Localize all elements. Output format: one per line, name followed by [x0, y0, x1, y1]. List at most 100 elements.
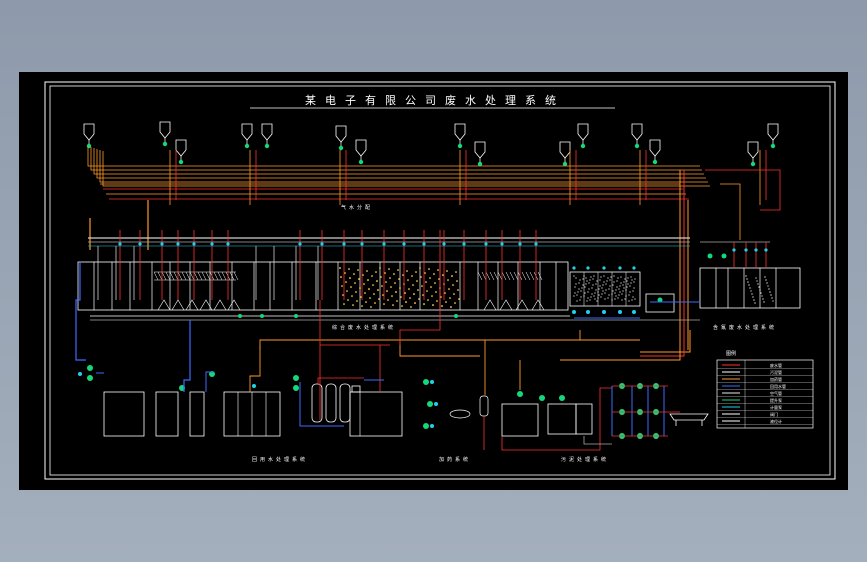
filter-media	[595, 289, 597, 291]
metering-pump	[244, 143, 250, 149]
bio-media	[355, 291, 357, 293]
label-main-process: 综合废水处理系统	[332, 324, 396, 331]
bio-media	[347, 299, 349, 301]
bio-media	[391, 295, 393, 297]
filter-media	[614, 292, 616, 294]
bio-media	[420, 276, 422, 278]
filter-media	[595, 283, 597, 285]
bio-media	[448, 288, 450, 290]
bio-media	[351, 295, 353, 297]
sub-media	[746, 278, 748, 280]
filter-media	[580, 290, 582, 292]
bio-media	[376, 280, 378, 282]
bio-media	[385, 281, 387, 283]
lift-pump	[293, 375, 299, 381]
bio-media	[421, 285, 423, 287]
sub-media	[748, 284, 750, 286]
filter-media	[604, 298, 606, 300]
filter-media	[599, 279, 601, 281]
sub-media	[750, 290, 752, 292]
bio-media	[410, 306, 412, 308]
filter-media	[614, 298, 616, 300]
sub-media	[770, 294, 772, 296]
dosing-pump	[423, 379, 429, 385]
sub-media	[765, 279, 767, 281]
metering-pump	[750, 161, 756, 167]
filter-media	[619, 291, 621, 293]
filter-media	[620, 282, 622, 284]
bio-media	[450, 306, 452, 308]
filter-media	[629, 291, 631, 293]
valve	[118, 242, 122, 246]
sludge-pump	[517, 391, 523, 397]
filter-media	[622, 284, 624, 286]
filter-media	[581, 287, 583, 289]
filter-media	[618, 288, 620, 290]
bio-media	[451, 275, 453, 277]
bio-media	[429, 277, 431, 279]
filter-media	[622, 290, 624, 292]
bio-media	[434, 282, 436, 284]
bio-media	[446, 270, 448, 272]
sub-media	[763, 301, 765, 303]
valve	[434, 402, 438, 406]
bio-media	[417, 289, 419, 291]
legend-label: 空气管	[770, 390, 782, 396]
bio-media	[406, 270, 408, 272]
bio-media	[367, 279, 369, 281]
filter-media	[623, 287, 625, 289]
bio-media	[380, 276, 382, 278]
sub-media	[766, 282, 768, 284]
bio-media	[423, 303, 425, 305]
bio-media	[398, 278, 400, 280]
filter-media	[573, 295, 575, 297]
bio-media	[396, 300, 398, 302]
filter-media	[601, 293, 603, 295]
bio-media	[404, 292, 406, 294]
filter-valve	[586, 266, 590, 270]
filter-media	[584, 292, 586, 294]
bio-media	[457, 289, 459, 291]
valve	[402, 242, 406, 246]
legend-label: 液位计	[770, 418, 782, 424]
bio-media	[397, 269, 399, 271]
sub-media	[759, 289, 761, 291]
filter-media	[606, 280, 608, 282]
bio-media	[379, 267, 381, 269]
bio-media	[428, 268, 430, 270]
bio-media	[392, 304, 394, 306]
filter-media	[601, 287, 603, 289]
bio-media	[348, 268, 350, 270]
bio-media	[362, 274, 364, 276]
filter-valve	[618, 266, 622, 270]
bio-media	[390, 286, 392, 288]
filter-media	[628, 294, 630, 296]
filter-media	[632, 290, 634, 292]
bio-media	[415, 271, 417, 273]
sub-media	[753, 299, 755, 301]
sub-media	[757, 283, 759, 285]
filter-media	[623, 281, 625, 283]
filter-media	[574, 286, 576, 288]
drawing-title: 某电子有限公司废水处理系统	[305, 93, 565, 107]
valve	[360, 242, 364, 246]
filter-media	[631, 279, 633, 281]
filter-media	[588, 288, 590, 290]
filter-media	[590, 276, 592, 278]
filter-valve	[572, 310, 576, 314]
bio-media	[431, 295, 433, 297]
filter-valve	[632, 266, 636, 270]
filter-media	[627, 277, 629, 279]
filter-media	[632, 296, 634, 298]
bio-media	[458, 298, 460, 300]
sub-media	[754, 302, 756, 304]
lift-pump	[87, 365, 93, 371]
bio-media	[427, 299, 429, 301]
filter-media	[600, 296, 602, 298]
bio-media	[422, 294, 424, 296]
bio-media	[382, 294, 384, 296]
lift-pump	[707, 253, 713, 259]
filter-media	[580, 296, 582, 298]
sub-media	[767, 285, 769, 287]
filter-media	[600, 276, 602, 278]
